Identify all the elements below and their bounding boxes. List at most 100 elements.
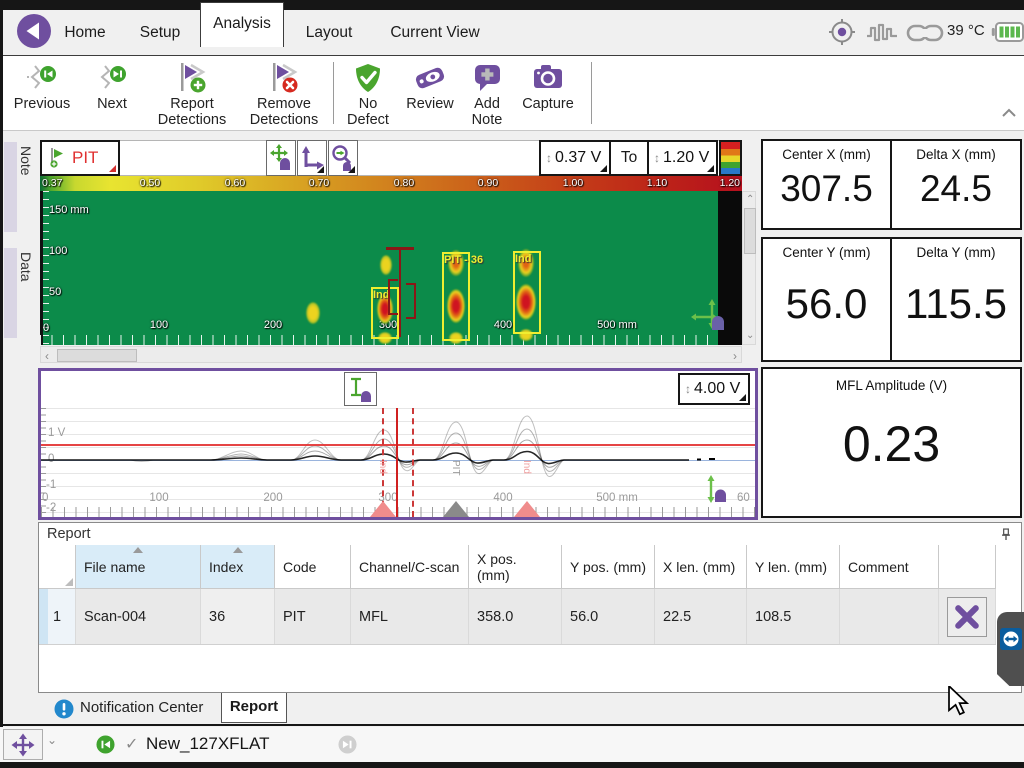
tab-layout[interactable]: Layout bbox=[299, 10, 359, 55]
remote-support-tab[interactable] bbox=[997, 612, 1024, 686]
cursor-line[interactable] bbox=[396, 408, 398, 517]
previous-button[interactable]: Previous bbox=[9, 60, 75, 112]
review-button[interactable]: Review bbox=[399, 60, 461, 112]
palette-button[interactable] bbox=[719, 140, 742, 176]
no-defect-button[interactable]: No Defect bbox=[339, 60, 397, 128]
skip-back-icon[interactable] bbox=[96, 735, 115, 754]
tab-notification-center[interactable]: Notification Center bbox=[80, 699, 203, 716]
scroll-down-arrow[interactable]: ⌄ bbox=[746, 331, 754, 341]
cscan-vertical-scrollbar[interactable]: ⌃ ⌄ bbox=[742, 191, 756, 345]
cell-x-len[interactable]: 22.5 bbox=[655, 589, 747, 644]
marker-triangle-pit[interactable] bbox=[443, 501, 469, 517]
report-header-row: File name Index Code Channel/C-scan X po… bbox=[39, 545, 996, 589]
amplitude-range: ↕ 0.37 V To ↕ 1.20 V bbox=[539, 140, 718, 176]
scale-tool-icon bbox=[350, 377, 371, 402]
scroll-left-arrow[interactable]: ‹ bbox=[45, 350, 49, 362]
range-to-spinner[interactable]: ↕ 1.20 V bbox=[647, 140, 718, 176]
scrollbar-thumb[interactable] bbox=[744, 208, 756, 254]
cell-channel[interactable]: MFL bbox=[351, 589, 469, 644]
table-row[interactable]: 1 Scan-004 36 PIT MFL 358.0 56.0 22.5 10… bbox=[39, 589, 996, 645]
move-tool-button[interactable] bbox=[3, 729, 43, 760]
strip-pan-cursor-icon bbox=[703, 472, 733, 511]
column-header-y-pos[interactable]: Y pos. (mm) bbox=[562, 545, 655, 589]
scroll-up-arrow[interactable]: ⌃ bbox=[746, 195, 754, 205]
cell-comment[interactable] bbox=[840, 589, 939, 644]
remove-detections-button[interactable]: Remove Detections bbox=[241, 60, 327, 128]
tab-home[interactable]: Home bbox=[60, 10, 110, 55]
ribbon-separator bbox=[333, 62, 334, 124]
add-note-button[interactable]: Add Note bbox=[463, 60, 511, 128]
tab-setup[interactable]: Setup bbox=[134, 10, 186, 55]
column-header-x-len[interactable]: X len. (mm) bbox=[655, 545, 747, 589]
cell-code[interactable]: PIT bbox=[275, 589, 351, 644]
target-status-icon bbox=[826, 16, 858, 53]
skip-forward-icon[interactable] bbox=[338, 735, 357, 754]
indication-blob bbox=[380, 255, 392, 275]
sort-arrow-icon bbox=[232, 547, 243, 553]
add-note-icon bbox=[463, 60, 511, 96]
column-header-comment[interactable]: Comment bbox=[840, 545, 939, 589]
move-tool-dropdown[interactable]: ⌄ bbox=[47, 733, 57, 747]
sidetab-data[interactable]: Data bbox=[4, 248, 35, 338]
temperature-readout: 39 °C bbox=[947, 22, 985, 39]
range-from-spinner[interactable]: ↕ 0.37 V bbox=[539, 140, 611, 176]
sidetab-note[interactable]: Note bbox=[4, 142, 35, 232]
cell-index[interactable]: 36 bbox=[201, 589, 275, 644]
center-x-meter: Center X (mm) 307.5 bbox=[761, 139, 892, 230]
capture-button[interactable]: Capture bbox=[513, 60, 583, 112]
updown-icon: ↕ bbox=[546, 151, 552, 165]
previous-icon bbox=[9, 60, 75, 96]
corner-triangle bbox=[65, 578, 73, 586]
column-header-index[interactable]: Index bbox=[201, 545, 275, 589]
signal-status-icon bbox=[865, 20, 901, 51]
back-button[interactable] bbox=[16, 13, 52, 49]
report-panel: Report File name Index Code Channel/C-sc… bbox=[38, 522, 1022, 693]
column-header-x-pos[interactable]: X pos. (mm) bbox=[469, 545, 562, 589]
delta-y-meter: Delta Y (mm) 115.5 bbox=[890, 237, 1022, 362]
tab-current-view[interactable]: Current View bbox=[385, 10, 485, 55]
indication-blob bbox=[306, 302, 320, 324]
column-header-channel[interactable]: Channel/C-scan bbox=[351, 545, 469, 589]
marker-triangle-ind2[interactable] bbox=[514, 501, 540, 517]
defect-code-button[interactable]: PIT bbox=[40, 140, 120, 176]
row-number-cell[interactable]: 1 bbox=[39, 589, 76, 644]
column-header-file-name[interactable]: File name bbox=[76, 545, 201, 589]
strip-chart-panel[interactable]: ↕ 4.00 V 1 V 0 -1 -2 0 100 200 300 400 5… bbox=[38, 368, 758, 520]
cell-actions bbox=[939, 589, 996, 644]
strip-chart-plot[interactable]: 1 V 0 -1 -2 0 100 200 300 400 500 mm 60 bbox=[41, 408, 755, 517]
measure-cursor-line[interactable] bbox=[399, 247, 401, 337]
battery-icon bbox=[991, 20, 1024, 49]
next-button[interactable]: Next bbox=[87, 60, 137, 112]
cell-y-len[interactable]: 108.5 bbox=[747, 589, 840, 644]
scrollbar-thumb[interactable] bbox=[57, 349, 137, 362]
cscan-view[interactable]: 150 mm 100 50 0 100 200 300 400 500 mm I… bbox=[40, 191, 742, 345]
report-detections-button[interactable]: Report Detections bbox=[145, 60, 239, 128]
cscan-pan-tool-button[interactable] bbox=[266, 140, 296, 176]
strip-scale-spinner[interactable]: ↕ 4.00 V bbox=[678, 373, 750, 405]
cscan-zoom-tool-button[interactable] bbox=[328, 140, 358, 176]
column-header-code[interactable]: Code bbox=[275, 545, 351, 589]
cscan-colorbar: 0.37 0.50 0.60 0.70 0.80 0.90 1.00 1.10 … bbox=[40, 176, 742, 191]
column-header-y-len[interactable]: Y len. (mm) bbox=[747, 545, 840, 589]
status-bar: ⌄ ✓ New_127XFLAT bbox=[0, 727, 1024, 762]
marker-triangle-ind1[interactable] bbox=[370, 501, 396, 517]
cell-y-pos[interactable]: 56.0 bbox=[562, 589, 655, 644]
strip-scale-tool-button[interactable] bbox=[344, 372, 377, 406]
dataset-check-icon: ✓ bbox=[125, 736, 139, 753]
cell-file-name[interactable]: Scan-004 bbox=[76, 589, 201, 644]
cursor-dashed-right[interactable] bbox=[412, 408, 414, 517]
dataset-name[interactable]: New_127XFLAT bbox=[146, 734, 269, 754]
delta-x-meter: Delta X (mm) 24.5 bbox=[890, 139, 1022, 230]
tab-report[interactable]: Report bbox=[221, 693, 287, 723]
cscan-pan-cursor-icon bbox=[690, 297, 730, 336]
collapse-ribbon-button[interactable] bbox=[1001, 106, 1017, 124]
tab-analysis[interactable]: Analysis bbox=[200, 2, 284, 47]
delete-row-button[interactable] bbox=[947, 596, 987, 637]
cscan-horizontal-scrollbar[interactable]: ‹ › bbox=[40, 346, 742, 363]
scroll-right-arrow[interactable]: › bbox=[733, 350, 737, 362]
pin-icon[interactable] bbox=[999, 527, 1013, 542]
select-all-cell[interactable] bbox=[39, 545, 76, 589]
cscan-axes-tool-button[interactable] bbox=[297, 140, 327, 176]
cell-x-pos[interactable]: 358.0 bbox=[469, 589, 562, 644]
notification-icon bbox=[54, 699, 74, 719]
